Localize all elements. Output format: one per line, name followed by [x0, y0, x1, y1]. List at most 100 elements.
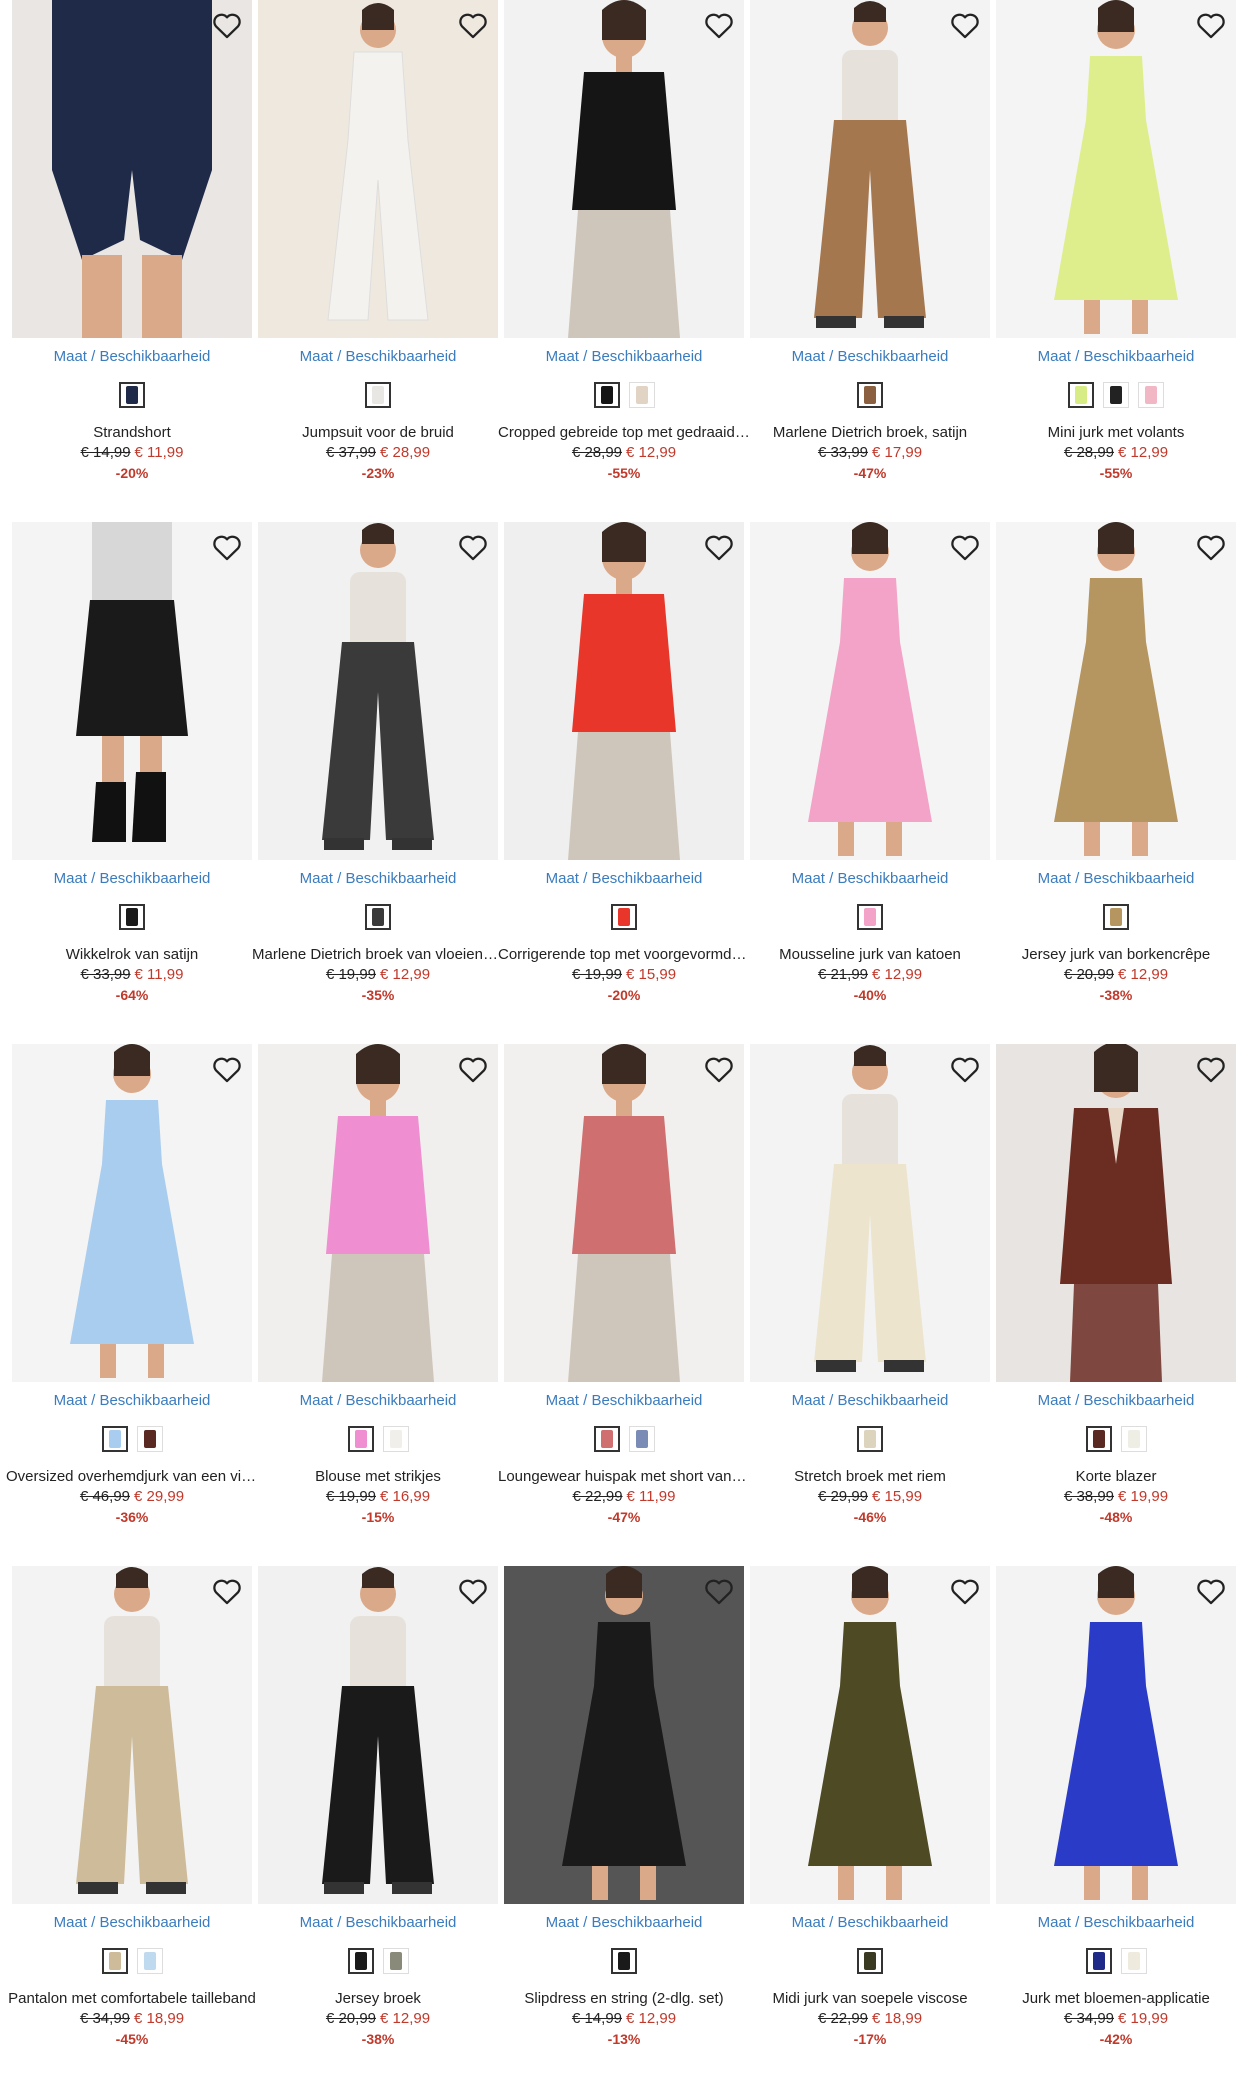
product-title[interactable]: Loungewear huispak met short van viscose [498, 1468, 750, 1485]
wishlist-heart-icon[interactable] [456, 530, 490, 564]
size-availability-link[interactable]: Maat / Beschikbaarheid [504, 1914, 744, 1931]
size-availability-link[interactable]: Maat / Beschikbaarheid [750, 1392, 990, 1409]
product-card[interactable]: Maat / Beschikbaarheid Slipdress en stri… [504, 1566, 744, 2066]
product-title[interactable]: Blouse met strikjes [252, 1468, 504, 1485]
wishlist-heart-icon[interactable] [702, 1574, 736, 1608]
wishlist-heart-icon[interactable] [702, 1052, 736, 1086]
product-card[interactable]: Maat / Beschikbaarheid Jurk met bloemen-… [996, 1566, 1236, 2066]
product-title[interactable]: Mini jurk met volants [990, 424, 1242, 441]
color-swatch[interactable] [1085, 1426, 1112, 1452]
color-swatch[interactable] [101, 1426, 128, 1452]
product-title[interactable]: Marlene Dietrich broek van vloeiende vis… [252, 946, 504, 963]
color-swatch[interactable] [1103, 382, 1129, 408]
wishlist-heart-icon[interactable] [1194, 1574, 1228, 1608]
color-swatch[interactable] [382, 1948, 409, 1974]
color-swatch[interactable] [1138, 382, 1164, 408]
size-availability-link[interactable]: Maat / Beschikbaarheid [996, 348, 1236, 365]
color-swatch[interactable] [593, 1426, 620, 1452]
size-availability-link[interactable]: Maat / Beschikbaarheid [504, 870, 744, 887]
product-image[interactable] [750, 0, 990, 338]
color-swatch[interactable] [119, 382, 145, 408]
color-swatch[interactable] [1085, 1948, 1112, 1974]
product-title[interactable]: Jurk met bloemen-applicatie [990, 1990, 1242, 2007]
product-card[interactable]: Maat / Beschikbaarheid Marlene Dietrich … [750, 0, 990, 500]
product-card[interactable]: Maat / Beschikbaarheid Marlene Dietrich … [252, 522, 504, 1022]
wishlist-heart-icon[interactable] [948, 1052, 982, 1086]
product-title[interactable]: Oversized overhemdjurk van een viscosemi… [6, 1468, 258, 1485]
wishlist-heart-icon[interactable] [702, 8, 736, 42]
size-availability-link[interactable]: Maat / Beschikbaarheid [12, 870, 252, 887]
product-image[interactable] [750, 1044, 990, 1382]
product-card[interactable]: Maat / Beschikbaarheid Mousseline jurk v… [750, 522, 990, 1022]
product-image[interactable] [504, 1044, 744, 1382]
product-image[interactable] [504, 522, 744, 860]
wishlist-heart-icon[interactable] [456, 1574, 490, 1608]
product-image[interactable] [12, 0, 252, 338]
size-availability-link[interactable]: Maat / Beschikbaarheid [258, 1392, 498, 1409]
size-availability-link[interactable]: Maat / Beschikbaarheid [750, 870, 990, 887]
color-swatch[interactable] [1103, 904, 1129, 930]
product-image[interactable] [996, 1566, 1236, 1904]
product-image[interactable] [996, 1044, 1236, 1382]
product-title[interactable]: Stretch broek met riem [744, 1468, 996, 1485]
product-image[interactable] [258, 0, 498, 338]
product-image[interactable] [12, 1044, 252, 1382]
wishlist-heart-icon[interactable] [456, 8, 490, 42]
color-swatch[interactable] [628, 382, 655, 408]
color-swatch[interactable] [365, 904, 391, 930]
product-card[interactable]: Maat / Beschikbaarheid Wikkelrok van sat… [12, 522, 252, 1022]
size-availability-link[interactable]: Maat / Beschikbaarheid [996, 870, 1236, 887]
color-swatch[interactable] [857, 382, 883, 408]
wishlist-heart-icon[interactable] [948, 530, 982, 564]
color-swatch[interactable] [857, 1948, 883, 1974]
product-card[interactable]: Maat / Beschikbaarheid Strandshort € 14,… [12, 0, 252, 500]
product-card[interactable]: Maat / Beschikbaarheid Jumpsuit voor de … [258, 0, 498, 500]
color-swatch[interactable] [611, 904, 637, 930]
wishlist-heart-icon[interactable] [948, 8, 982, 42]
product-card[interactable]: Maat / Beschikbaarheid Cropped gebreide … [498, 0, 750, 500]
color-swatch[interactable] [857, 1426, 883, 1452]
product-image[interactable] [504, 1566, 744, 1904]
product-title[interactable]: Jersey jurk van borkencrêpe [990, 946, 1242, 963]
color-swatch[interactable] [1120, 1426, 1147, 1452]
wishlist-heart-icon[interactable] [948, 1574, 982, 1608]
size-availability-link[interactable]: Maat / Beschikbaarheid [258, 348, 498, 365]
size-availability-link[interactable]: Maat / Beschikbaarheid [258, 870, 498, 887]
color-swatch[interactable] [136, 1426, 163, 1452]
product-card[interactable]: Maat / Beschikbaarheid Jersey broek € 20… [258, 1566, 498, 2066]
product-title[interactable]: Mousseline jurk van katoen [744, 946, 996, 963]
product-card[interactable]: Maat / Beschikbaarheid Jersey jurk van b… [996, 522, 1236, 1022]
product-title[interactable]: Jersey broek [252, 1990, 504, 2007]
color-swatch[interactable] [136, 1948, 163, 1974]
wishlist-heart-icon[interactable] [1194, 1052, 1228, 1086]
size-availability-link[interactable]: Maat / Beschikbaarheid [750, 1914, 990, 1931]
product-image[interactable] [996, 522, 1236, 860]
product-title[interactable]: Wikkelrok van satijn [6, 946, 258, 963]
product-image[interactable] [750, 522, 990, 860]
size-availability-link[interactable]: Maat / Beschikbaarheid [12, 1392, 252, 1409]
product-image[interactable] [996, 0, 1236, 338]
size-availability-link[interactable]: Maat / Beschikbaarheid [12, 1914, 252, 1931]
wishlist-heart-icon[interactable] [1194, 8, 1228, 42]
color-swatch[interactable] [1120, 1948, 1147, 1974]
color-swatch[interactable] [347, 1426, 374, 1452]
product-image[interactable] [258, 1044, 498, 1382]
color-swatch[interactable] [101, 1948, 128, 1974]
product-card[interactable]: Maat / Beschikbaarheid Oversized overhem… [6, 1044, 258, 1544]
product-card[interactable]: Maat / Beschikbaarheid Blouse met strikj… [258, 1044, 498, 1544]
product-card[interactable]: Maat / Beschikbaarheid Loungewear huispa… [498, 1044, 750, 1544]
product-card[interactable]: Maat / Beschikbaarheid Korte blazer € 38… [996, 1044, 1236, 1544]
product-card[interactable]: Maat / Beschikbaarheid Midi jurk van soe… [750, 1566, 990, 2066]
size-availability-link[interactable]: Maat / Beschikbaarheid [504, 1392, 744, 1409]
product-image[interactable] [258, 1566, 498, 1904]
wishlist-heart-icon[interactable] [210, 1574, 244, 1608]
color-swatch[interactable] [1068, 382, 1094, 408]
wishlist-heart-icon[interactable] [1194, 530, 1228, 564]
size-availability-link[interactable]: Maat / Beschikbaarheid [258, 1914, 498, 1931]
color-swatch[interactable] [593, 382, 620, 408]
product-image[interactable] [750, 1566, 990, 1904]
wishlist-heart-icon[interactable] [210, 1052, 244, 1086]
product-title[interactable]: Slipdress en string (2-dlg. set) [498, 1990, 750, 2007]
product-title[interactable]: Korte blazer [990, 1468, 1242, 1485]
size-availability-link[interactable]: Maat / Beschikbaarheid [750, 348, 990, 365]
